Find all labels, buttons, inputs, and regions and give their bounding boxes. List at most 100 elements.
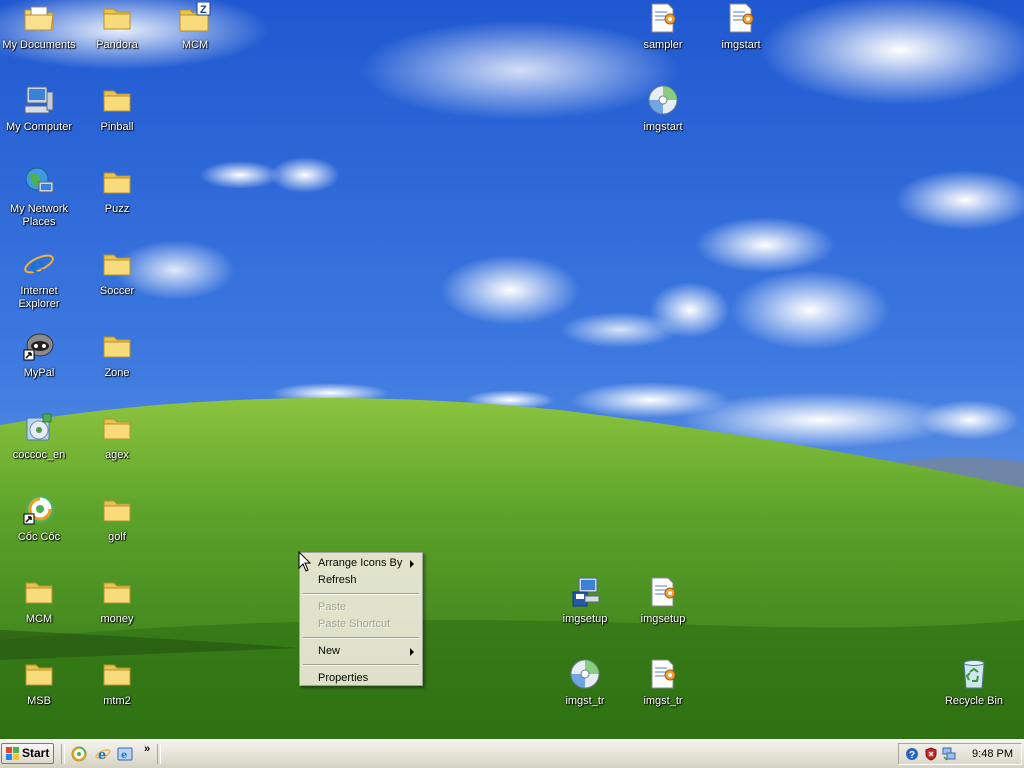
- mouse-cursor-icon: [298, 551, 312, 572]
- icon-label: agex: [105, 449, 129, 461]
- svg-text:e: e: [98, 748, 106, 762]
- menu-separator: [303, 637, 419, 639]
- folder-icon: [103, 582, 131, 604]
- cd-icon: [648, 85, 678, 115]
- internet-explorer-icon[interactable]: e: [95, 746, 111, 762]
- icon-label: MyPal: [23, 367, 55, 379]
- desktop-icon-mypal[interactable]: MyPal: [0, 330, 78, 406]
- desktop-icon-soccer[interactable]: Soccer: [78, 248, 156, 324]
- desktop-icon-imgstart-exe[interactable]: imgstart: [624, 84, 702, 160]
- desktop-icon-recycle-bin[interactable]: Recycle Bin: [935, 658, 1013, 734]
- desktop-icon-mcm-zip[interactable]: Z MCM: [156, 2, 234, 78]
- menu-item-paste-shortcut[interactable]: Paste Shortcut: [302, 616, 420, 633]
- icon-label: imgstart: [721, 39, 761, 51]
- cd-icon: [570, 659, 600, 689]
- icon-label: money: [100, 613, 134, 625]
- start-button[interactable]: Start: [1, 743, 54, 764]
- icon-label: My Documents: [2, 39, 76, 51]
- icon-label: Recycle Bin: [944, 695, 1004, 707]
- desktop-icon-pinball[interactable]: Pinball: [78, 84, 156, 160]
- quick-launch-overflow-button[interactable]: »: [144, 743, 150, 755]
- desktop-icon-imgstart-ini[interactable]: imgstart: [702, 2, 780, 78]
- menu-item-label: Arrange Icons By: [318, 557, 403, 569]
- icon-label: MCM: [25, 613, 53, 625]
- desktop-icon-puzz[interactable]: Puzz: [78, 166, 156, 242]
- folder-icon: [103, 8, 131, 30]
- submenu-arrow-icon: [410, 648, 414, 656]
- icon-label: My Network Places: [9, 203, 69, 228]
- icon-label: imgst_tr: [565, 695, 605, 707]
- svg-text:Z: Z: [200, 4, 207, 16]
- settings-file-icon: [651, 3, 676, 33]
- menu-item-label: Refresh: [318, 574, 357, 586]
- desktop-icon-coccoc-en[interactable]: coccoc_en: [0, 412, 78, 488]
- desktop-icon-msb-folder[interactable]: MSB: [0, 658, 78, 734]
- start-label: Start: [22, 746, 50, 760]
- menu-item-label: New: [318, 645, 341, 657]
- icon-label: My Computer: [5, 121, 73, 133]
- icon-label: imgst_tr: [643, 695, 683, 707]
- desktop-icon-internet-explorer[interactable]: e Internet Explorer: [0, 248, 78, 324]
- system-clock[interactable]: 9:48 PM: [972, 748, 1013, 760]
- desktop-icon-sampler[interactable]: sampler: [624, 2, 702, 78]
- folder-icon: [103, 418, 131, 440]
- menu-item-label: Paste: [318, 601, 347, 613]
- recycle-bin-icon: [963, 660, 985, 689]
- desktop-context-menu: Arrange Icons By Refresh Paste Paste Sho…: [299, 552, 423, 686]
- taskbar-separator: [157, 744, 161, 764]
- shield-icon[interactable]: [924, 747, 938, 761]
- icon-label: Soccer: [99, 285, 135, 297]
- icon-label: MCM: [181, 39, 209, 51]
- desktop-icon-money[interactable]: money: [78, 576, 156, 652]
- desktop-icon-imgst-tr-exe[interactable]: imgst_tr: [546, 658, 624, 734]
- folder-icon: [103, 500, 131, 522]
- menu-item-paste[interactable]: Paste: [302, 599, 420, 616]
- icon-label: MSB: [27, 695, 51, 707]
- desktop-icon-agex[interactable]: agex: [78, 412, 156, 488]
- desktop-icon-golf[interactable]: golf: [78, 494, 156, 570]
- menu-item-new[interactable]: New: [302, 643, 420, 660]
- desktop-icon-my-documents[interactable]: My Documents: [0, 2, 78, 78]
- coccoc-icon[interactable]: [71, 746, 87, 762]
- svg-text:e: e: [30, 250, 45, 279]
- taskbar-separator: [61, 744, 65, 764]
- submenu-arrow-icon: [410, 560, 414, 568]
- mypal-icon: [23, 333, 54, 361]
- icon-label: sampler: [643, 39, 683, 51]
- setup-computer-icon: [572, 577, 600, 607]
- icon-label: coccoc_en: [12, 449, 66, 461]
- taskbar: Start e e » ? 9:48 PM: [0, 739, 1024, 768]
- settings-file-icon: [651, 577, 676, 607]
- icon-label: Cốc Cốc: [17, 531, 61, 543]
- show-desktop-icon[interactable]: e: [117, 746, 133, 762]
- menu-separator: [303, 593, 419, 595]
- desktop-icon-imgst-tr-ini[interactable]: imgst_tr: [624, 658, 702, 734]
- icon-label: imgstart: [643, 121, 683, 133]
- desktop-icon-coccoc[interactable]: Cốc Cốc: [0, 494, 78, 570]
- zip-folder-icon: Z: [179, 2, 211, 32]
- menu-separator: [303, 664, 419, 666]
- icon-label: Puzz: [104, 203, 130, 215]
- desktop-icon-zone[interactable]: Zone: [78, 330, 156, 406]
- windows-flag-icon: [6, 747, 19, 760]
- desktop-icon-mtm2[interactable]: mtm2: [78, 658, 156, 734]
- menu-item-label: Paste Shortcut: [318, 618, 391, 630]
- menu-item-arrange-icons-by[interactable]: Arrange Icons By: [302, 555, 420, 572]
- folder-icon: [25, 582, 53, 604]
- settings-file-icon: [651, 659, 676, 689]
- desktop-icon-pandora[interactable]: Pandora: [78, 2, 156, 78]
- svg-text:e: e: [121, 750, 127, 761]
- help-icon[interactable]: ?: [905, 747, 919, 761]
- menu-item-properties[interactable]: Properties: [302, 670, 420, 687]
- network-icon[interactable]: [942, 747, 956, 761]
- menu-item-refresh[interactable]: Refresh: [302, 572, 420, 589]
- desktop-icon-imgsetup-exe[interactable]: imgsetup: [546, 576, 624, 652]
- installer-disc-icon: [26, 413, 52, 441]
- desktop-icon-imgsetup-ini[interactable]: imgsetup: [624, 576, 702, 652]
- settings-file-icon: [729, 3, 754, 33]
- desktop-icon-my-computer[interactable]: My Computer: [0, 84, 78, 160]
- folder-icon: [103, 664, 131, 686]
- desktop-icon-mcm-folder[interactable]: MCM: [0, 576, 78, 652]
- desktop-icon-my-network-places[interactable]: My Network Places: [0, 166, 78, 242]
- icon-label: Pandora: [96, 39, 138, 51]
